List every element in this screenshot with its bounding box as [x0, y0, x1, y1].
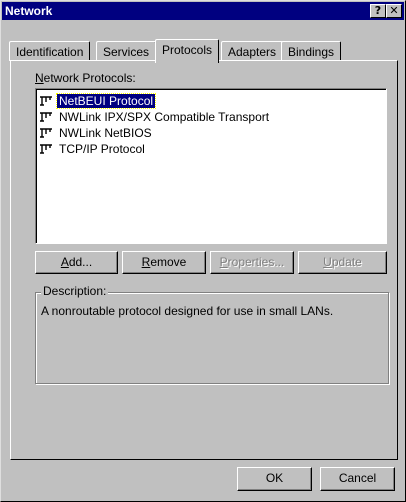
- window-title: Network: [5, 4, 53, 18]
- description-caption: Description:: [41, 284, 109, 298]
- list-item[interactable]: TCP/IP Protocol: [38, 141, 384, 157]
- list-item[interactable]: NWLink NetBIOS: [38, 125, 384, 141]
- network-dialog: Network ? ✕ Identification Services Prot…: [0, 0, 406, 502]
- list-item-label: TCP/IP Protocol: [59, 142, 145, 156]
- add-button[interactable]: Add...: [35, 251, 118, 274]
- description-text: A nonroutable protocol designed for use …: [41, 304, 334, 318]
- tab-protocols[interactable]: Protocols: [155, 39, 220, 63]
- tab-identification[interactable]: Identification: [9, 41, 91, 61]
- tab-identification-label: Identification: [16, 45, 84, 59]
- list-item[interactable]: NetBEUI Protocol: [38, 93, 384, 109]
- protocol-icon: [38, 94, 54, 108]
- tab-bindings[interactable]: Bindings: [281, 41, 342, 61]
- title-bar[interactable]: Network ? ✕: [2, 2, 404, 20]
- list-item-label: NWLink IPX/SPX Compatible Transport: [59, 110, 270, 124]
- remove-button[interactable]: Remove: [122, 251, 206, 274]
- tab-protocols-label: Protocols: [162, 43, 213, 57]
- tab-services-label: Services: [103, 45, 150, 59]
- tab-services[interactable]: Services: [96, 41, 157, 61]
- list-item[interactable]: NWLink IPX/SPX Compatible Transport: [38, 109, 384, 125]
- help-button[interactable]: ?: [370, 4, 386, 18]
- update-button[interactable]: Update: [298, 251, 387, 274]
- protocol-icon: [38, 142, 54, 156]
- protocol-icon: [38, 126, 54, 140]
- properties-button[interactable]: Properties...: [210, 251, 294, 274]
- network-protocols-label: Network Protocols:: [35, 71, 136, 85]
- close-button[interactable]: ✕: [386, 4, 402, 18]
- ok-button[interactable]: OK: [237, 467, 312, 491]
- tab-bindings-label: Bindings: [288, 45, 335, 59]
- tab-adapters[interactable]: Adapters: [221, 41, 284, 61]
- protocol-icon: [38, 110, 54, 124]
- cancel-button[interactable]: Cancel: [320, 467, 395, 491]
- list-item-label: NetBEUI Protocol: [55, 93, 157, 109]
- list-item-label: NWLink NetBIOS: [59, 126, 152, 140]
- tab-adapters-label: Adapters: [228, 45, 277, 59]
- protocols-list[interactable]: NetBEUI Protocol NWLink IPX/SPX Compatib…: [35, 88, 387, 244]
